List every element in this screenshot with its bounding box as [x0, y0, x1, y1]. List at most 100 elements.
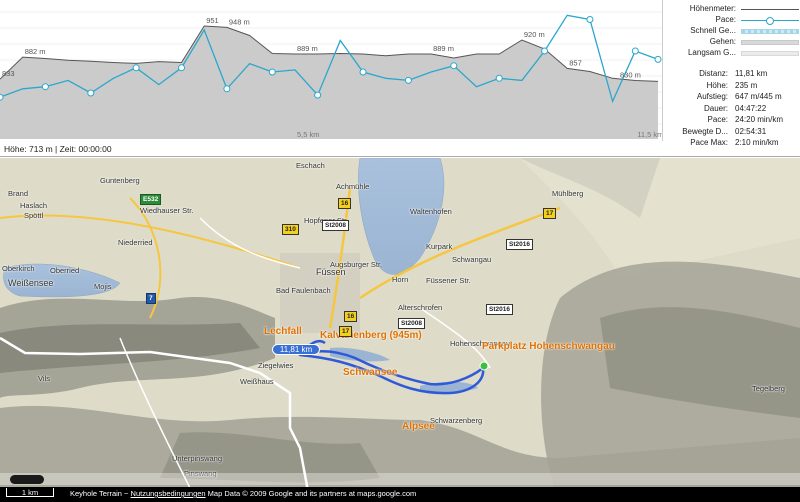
place-label: Achmühle	[336, 182, 370, 191]
pace-point[interactable]	[359, 68, 367, 76]
place-label: Weißhaus	[240, 377, 274, 386]
pace-point[interactable]	[404, 76, 412, 84]
legend-label: Gehen:	[709, 37, 736, 46]
road-shield: 310	[282, 224, 299, 235]
elevation-label: 833	[2, 69, 15, 78]
place-label: Weißensee	[8, 278, 54, 288]
place-label: Unterpinswang	[172, 454, 223, 463]
legend-label: Pace:	[715, 15, 736, 24]
legend-label: Langsam G...	[687, 48, 736, 57]
place-label: Füssener Str.	[426, 276, 471, 285]
place-label: Alterschrofen	[398, 303, 443, 312]
pace-point[interactable]	[223, 85, 231, 93]
stat-value: 647 m/445 m	[735, 92, 782, 101]
elevation-label: 889 m	[297, 44, 318, 53]
place-label: Augsburger Str.	[330, 260, 383, 269]
legend-swatch	[741, 17, 799, 25]
attribution-suffix: Map Data © 2009 Google and its partners …	[205, 489, 417, 498]
poi-label[interactable]: Schwansee	[343, 367, 397, 378]
road-shield: E532	[140, 194, 162, 205]
poi-label[interactable]: Kalvarienberg (945m)	[320, 330, 422, 341]
pace-point[interactable]	[586, 16, 594, 23]
road-shield: St2016	[486, 304, 513, 315]
legend-item[interactable]: Schnell Ge...	[663, 26, 800, 37]
x-axis-label: 11,5 km	[637, 130, 662, 139]
road-shield: St2008	[322, 220, 349, 231]
stat-row: Pace: 24:20 min/km	[663, 115, 800, 127]
attribution-prefix: Keyhole Terrain ~	[70, 489, 131, 498]
legend-item[interactable]: Höhenmeter:	[663, 4, 800, 15]
stat-value: 24:20 min/km	[735, 115, 784, 124]
terrain-map[interactable]: Eschach Achmühle Mühlberg Waltenhofen Brand H…	[0, 158, 800, 502]
road-shield: 16	[338, 198, 352, 209]
legend-item[interactable]: Gehen:	[663, 37, 800, 48]
place-label: Oberkirch	[2, 264, 35, 273]
legend-label: Höhenmeter:	[689, 4, 736, 13]
stat-value: 2:10 min/km	[735, 138, 779, 147]
stat-value: 02:54:31	[735, 126, 767, 136]
pace-point[interactable]	[178, 64, 186, 72]
map-attribution: Keyhole Terrain ~ Nutzungsbedingungen Ma…	[70, 489, 416, 498]
stat-row: Bewegte D... 02:54:31	[663, 127, 800, 139]
poi-label[interactable]: Lechfall	[264, 326, 302, 337]
place-label: Waltenhofen	[410, 207, 452, 216]
stat-row: Aufstieg: 647 m/445 m	[663, 92, 800, 104]
map-scroll-thumb[interactable]	[10, 475, 44, 484]
pace-point[interactable]	[495, 74, 503, 82]
place-label: Guntenberg	[100, 176, 140, 185]
legend-swatch	[741, 9, 799, 10]
place-label: Schwarzenberg	[430, 416, 483, 425]
stat-row: Dauer: 04:47:22	[663, 104, 800, 116]
stat-label: Pace Max:	[690, 138, 728, 147]
stats-list: Distanz: 11,81 km Höhe: 235 m Aufstieg: 647 m…	[663, 69, 800, 150]
place-label: Niederried	[118, 238, 153, 247]
poi-label[interactable]: Parkplatz Hohenschwangau	[482, 341, 615, 352]
legend-panel: Höhenmeter: Pace: Schnell Ge... Gehen: Langs…	[662, 0, 800, 147]
terms-of-use-link[interactable]: Nutzungsbedingungen	[131, 489, 206, 498]
status-text: Höhe: 713 m | Zeit: 00:00:00	[4, 144, 112, 154]
place-label: Spöttl	[24, 211, 44, 220]
elevation-label: 889 m	[433, 44, 454, 53]
place-label: Tegelberg	[752, 384, 785, 393]
road-shield: 17	[339, 326, 353, 337]
pace-point[interactable]	[314, 91, 322, 99]
pace-point[interactable]	[0, 93, 4, 101]
stat-row: Höhe: 235 m	[663, 81, 800, 93]
elevation-label: 857	[569, 58, 582, 67]
place-label: Mojis	[94, 282, 112, 291]
map-scrollbar[interactable]	[0, 473, 800, 485]
legend-swatch	[741, 40, 799, 45]
pace-point[interactable]	[268, 68, 276, 76]
pace-point[interactable]	[541, 47, 549, 55]
legend-label: Schnell Ge...	[690, 26, 736, 35]
route-distance-badge: 11,81 km	[272, 344, 320, 355]
road-shield: St2008	[398, 318, 425, 329]
stat-value: 235 m	[735, 80, 758, 90]
pace-point[interactable]	[654, 55, 662, 63]
road-shield: 17	[543, 208, 557, 219]
pace-point[interactable]	[450, 62, 458, 70]
place-label: Schwangau	[452, 255, 492, 264]
map-scale: 1 km	[6, 488, 54, 497]
pace-point[interactable]	[631, 47, 639, 55]
place-label: Haslach	[20, 201, 48, 210]
stat-label: Bewegte D...	[682, 126, 728, 136]
elevation-label: 920 m	[524, 30, 545, 39]
place-label: Oberried	[50, 266, 80, 275]
pace-point[interactable]	[41, 83, 49, 91]
place-label: Brand	[8, 189, 29, 198]
place-label: Horn	[392, 275, 409, 284]
elevation-chart-svg[interactable]: 833882 m951 948 m889 m 889 m920 m857830 m …	[0, 0, 662, 141]
pace-point[interactable]	[87, 89, 95, 97]
road-shield: 7	[146, 293, 156, 304]
legend-item[interactable]: Pace:	[663, 15, 800, 26]
place-label: Mühlberg	[552, 189, 584, 198]
elevation-profile-chart[interactable]: 833 882 m 951 948 m 889 m 889 m 920 m 857 830 m …	[0, 0, 662, 141]
stat-label: Höhe:	[706, 80, 728, 90]
pace-point[interactable]	[132, 64, 140, 72]
legend-item[interactable]: Langsam G...	[663, 48, 800, 59]
legend-swatch	[741, 29, 799, 34]
stat-value: 11,81 km	[735, 69, 768, 78]
poi-label[interactable]: Alpsee	[402, 421, 435, 432]
stat-row: Distanz: 11,81 km	[663, 69, 800, 81]
